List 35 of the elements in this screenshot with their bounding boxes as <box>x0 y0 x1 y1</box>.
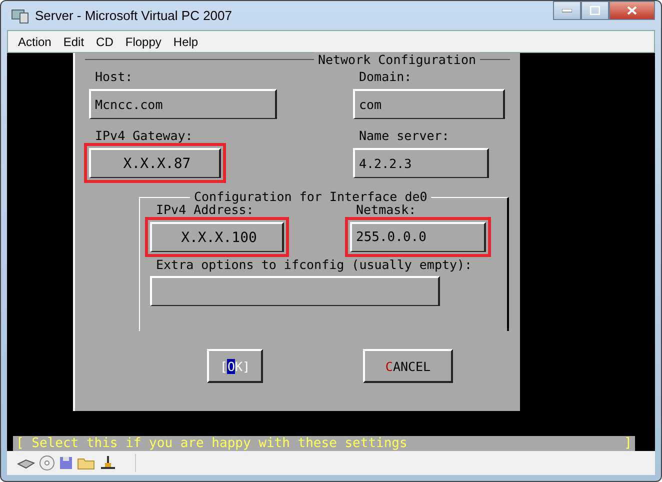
input-field[interactable]: X.X.X.100 <box>150 222 284 252</box>
input-field[interactable]: 255.0.0.0 <box>350 222 486 252</box>
disc-icon[interactable] <box>39 455 55 471</box>
minimize-button[interactable] <box>553 1 581 20</box>
field-label: Netmask: <box>355 202 416 217</box>
floppy-icon[interactable] <box>59 456 73 470</box>
cancel-button[interactable]: CANCEL <box>363 349 453 383</box>
minimize-icon <box>562 8 572 12</box>
menu-item[interactable]: CD <box>90 34 120 48</box>
input-field[interactable]: com <box>353 89 505 119</box>
status-bracket: ] <box>624 436 632 451</box>
close-button[interactable] <box>609 1 655 20</box>
monitor-icon <box>11 8 29 24</box>
input-field[interactable] <box>150 276 440 306</box>
status-text: [ Select this if you are happy with these settings <box>16 436 408 451</box>
menu-item[interactable]: Edit <box>57 34 90 48</box>
network-icon[interactable] <box>99 455 117 471</box>
field-label: Name server: <box>358 128 450 143</box>
close-icon <box>627 6 637 15</box>
maximize-button[interactable] <box>581 1 609 20</box>
menu-item[interactable]: Help <box>167 34 204 48</box>
input-field[interactable]: Mcncc.com <box>89 89 277 119</box>
window-title: Server - Microsoft Virtual PC 2007 <box>35 8 232 23</box>
input-field[interactable]: 4.2.2.3 <box>353 148 489 178</box>
field-label: Domain: <box>358 69 412 84</box>
field-label: IPv4 Gateway: <box>94 128 193 143</box>
menu-item[interactable]: Action <box>12 34 58 48</box>
field-label: Extra options to ifconfig (usually empty): <box>155 257 472 272</box>
dialog-title: Network Configuration <box>314 52 480 67</box>
input-field[interactable]: X.X.X.87 <box>89 148 221 178</box>
menu-item[interactable]: Floppy <box>119 34 168 48</box>
ok-button[interactable]: [OK] <box>207 349 263 383</box>
maximize-icon <box>590 6 600 15</box>
group-title: Configuration for Interface de0 <box>190 189 432 204</box>
field-label: Host: <box>94 69 133 84</box>
